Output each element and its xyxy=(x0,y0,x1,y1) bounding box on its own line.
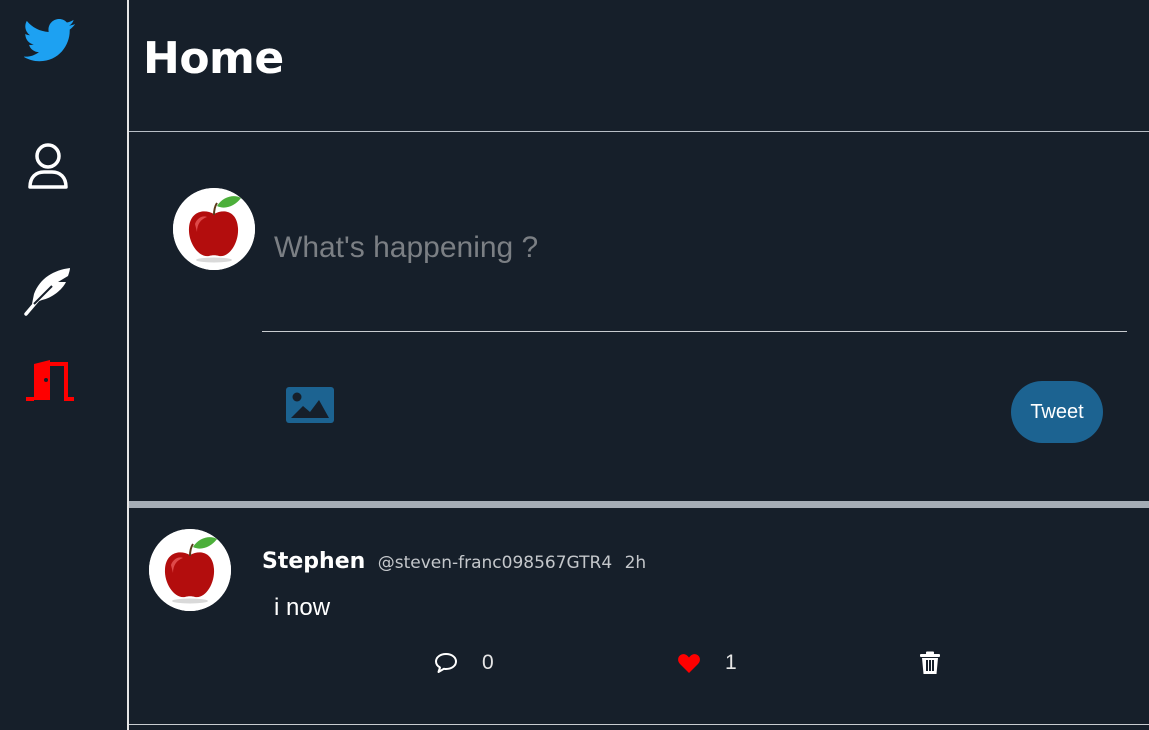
author-name[interactable]: Stephen xyxy=(262,549,365,574)
heart-icon xyxy=(678,654,700,673)
twitter-logo-icon[interactable] xyxy=(24,14,76,66)
feed-divider xyxy=(129,501,1149,508)
tweet-timestamp: 2h xyxy=(624,553,647,573)
comment-icon xyxy=(435,653,457,673)
avatar xyxy=(149,529,231,611)
sidebar xyxy=(0,0,129,730)
logout-door-icon[interactable] xyxy=(24,358,76,410)
like-count: 1 xyxy=(725,651,737,674)
reply-button[interactable]: 0 xyxy=(434,648,494,678)
apple-avatar-image xyxy=(173,188,255,270)
trash-icon xyxy=(920,651,940,674)
profile-icon[interactable] xyxy=(24,140,76,192)
tweet-text: i now xyxy=(274,594,331,621)
main-column: Home T xyxy=(129,0,1149,730)
page-header: Home xyxy=(129,0,1149,132)
tweet-composer: Tweet xyxy=(129,132,1149,501)
composer-divider xyxy=(262,331,1127,332)
app-window: Home T xyxy=(0,0,1149,730)
page-title: Home xyxy=(143,33,284,84)
tweet-button[interactable]: Tweet xyxy=(1011,381,1103,443)
delete-button[interactable] xyxy=(919,648,941,678)
author-handle[interactable]: @steven-franc098567GTR4 xyxy=(378,553,612,573)
tweet-meta: Stephen @steven-franc098567GTR4 2h xyxy=(262,549,646,574)
tweet-item: Stephen @steven-franc098567GTR4 2h i now… xyxy=(129,508,1149,725)
feather-icon[interactable] xyxy=(24,264,76,316)
apple-avatar-image xyxy=(149,529,231,611)
like-button[interactable]: 1 xyxy=(677,648,737,678)
whats-happening-input[interactable] xyxy=(262,224,1127,272)
reply-count: 0 xyxy=(482,651,494,674)
avatar xyxy=(173,188,255,270)
image-icon[interactable] xyxy=(285,386,335,424)
